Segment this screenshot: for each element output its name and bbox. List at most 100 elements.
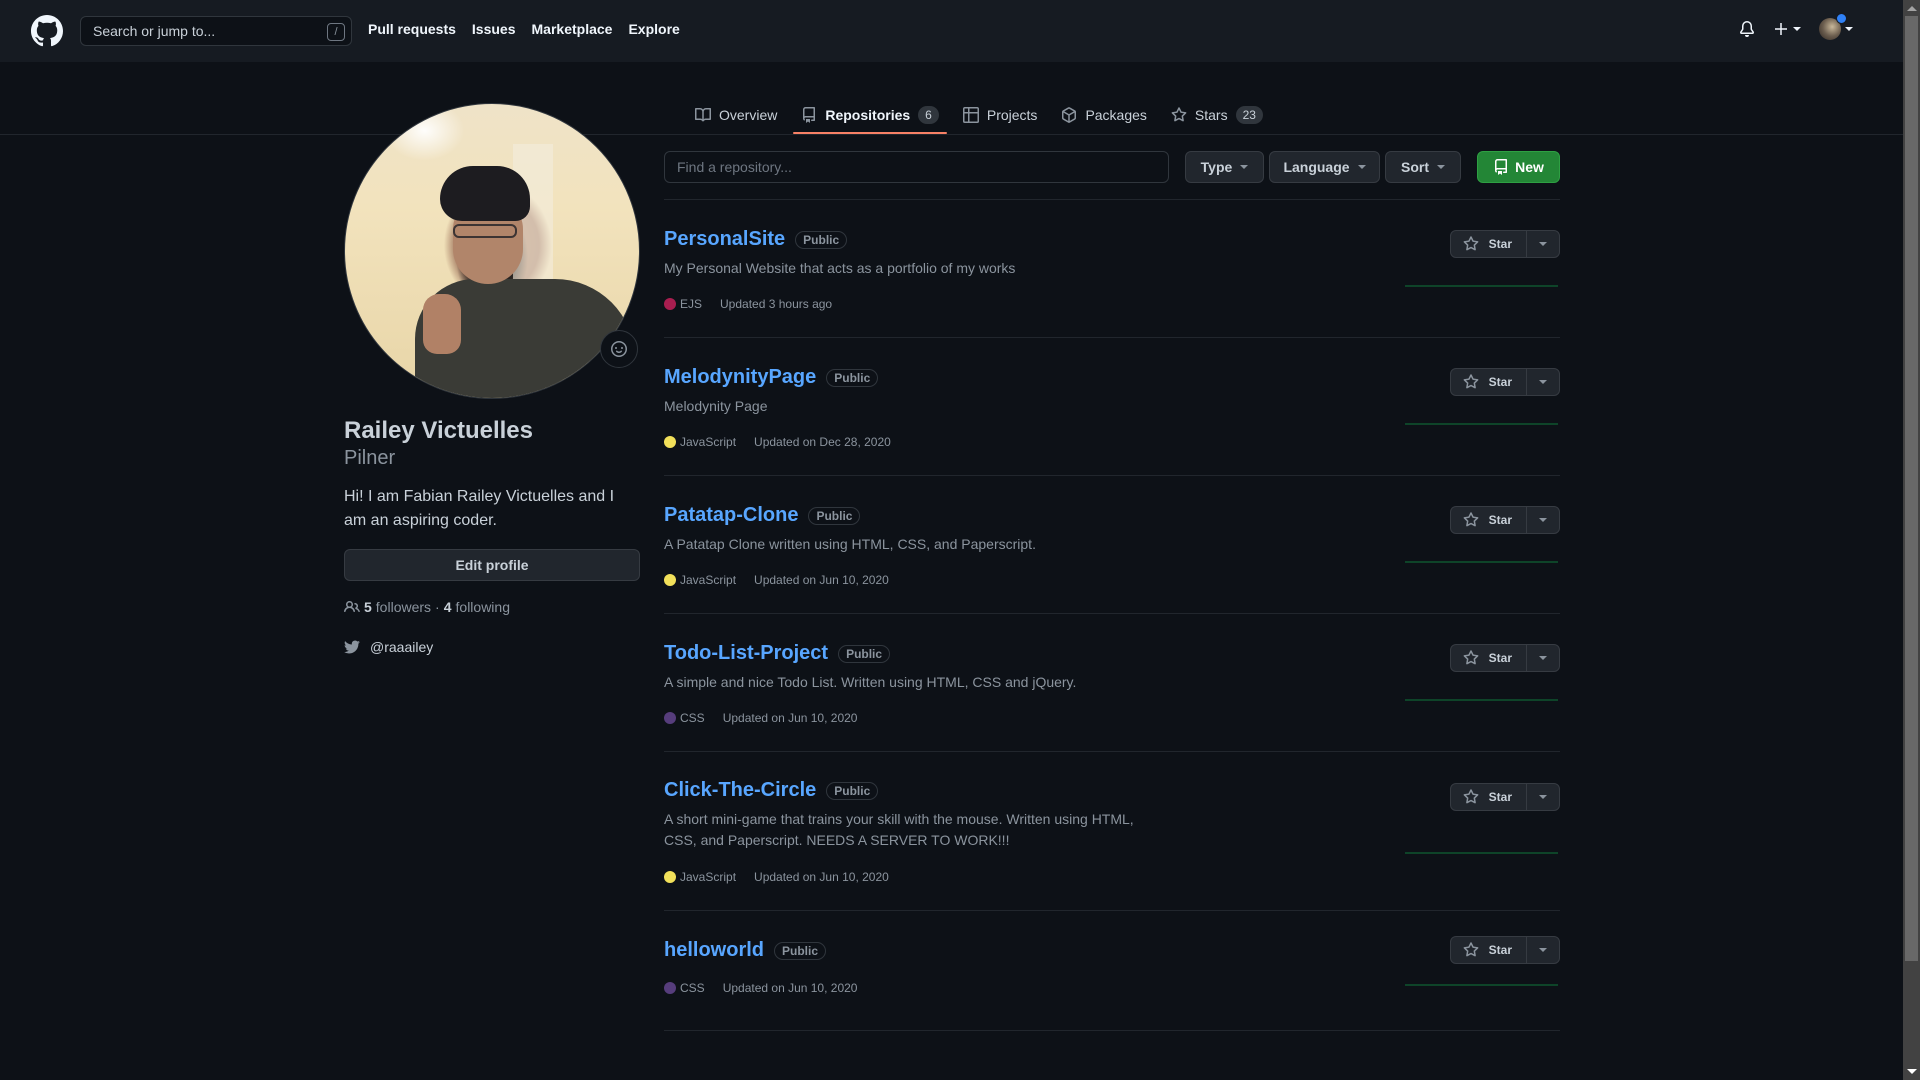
tab-stars[interactable]: Stars 23 xyxy=(1163,96,1271,134)
language-color-dot xyxy=(664,436,676,448)
repo-name-link[interactable]: MelodynityPage xyxy=(664,366,816,389)
chevron-down-icon xyxy=(1845,27,1853,31)
followers-link[interactable]: 5 followers xyxy=(364,599,431,615)
chevron-down-icon xyxy=(1539,795,1547,799)
following-link[interactable]: 4 following xyxy=(444,599,510,615)
set-status-button[interactable] xyxy=(600,330,638,368)
scroll-thumb[interactable] xyxy=(1905,16,1918,961)
star-label: Star xyxy=(1488,375,1512,389)
tab-label: Packages xyxy=(1085,107,1147,123)
repo-item: Click-The-Circle Public A short mini-gam… xyxy=(664,752,1560,911)
chevron-down-icon xyxy=(1539,380,1547,384)
type-filter-button[interactable]: Type xyxy=(1185,151,1264,183)
repo-updated: Updated on Jun 10, 2020 xyxy=(754,870,889,884)
star-button-group: Star xyxy=(1449,783,1560,811)
language-filter-button[interactable]: Language xyxy=(1269,151,1380,183)
repo-name-link[interactable]: Todo-List-Project xyxy=(664,642,828,665)
repo-language: JavaScript xyxy=(680,435,737,449)
scroll-down-arrow[interactable] xyxy=(1907,1069,1917,1074)
repo-language: CSS xyxy=(680,711,705,725)
header-actions xyxy=(1739,13,1853,40)
repo-language: EJS xyxy=(680,297,703,311)
chevron-down-icon xyxy=(1437,165,1445,169)
visibility-badge: Public xyxy=(826,368,879,387)
avatar-photo-detail xyxy=(423,294,461,354)
create-new-menu[interactable] xyxy=(1773,21,1801,37)
nav-issues[interactable]: Issues xyxy=(472,21,516,37)
repo-meta: JavaScript Updated on Dec 28, 2020 xyxy=(664,435,891,449)
star-label: Star xyxy=(1488,513,1512,527)
github-logo-icon[interactable] xyxy=(31,15,63,47)
plus-icon xyxy=(1775,23,1787,35)
profile-avatar[interactable] xyxy=(344,103,640,399)
search-shortcut-hint: / xyxy=(327,23,345,41)
star-button-group: Star xyxy=(1449,936,1560,964)
find-repository-input[interactable] xyxy=(664,151,1169,183)
user-menu[interactable] xyxy=(1819,13,1853,40)
repo-name-link[interactable]: Patatap-Clone xyxy=(664,504,798,527)
star-button-group: Star xyxy=(1449,506,1560,534)
nav-marketplace[interactable]: Marketplace xyxy=(532,21,613,37)
repo-item: helloworld Public CSS Updated on Jun 10,… xyxy=(664,911,1560,1031)
star-icon xyxy=(1463,789,1479,804)
star-list-dropdown[interactable] xyxy=(1527,645,1559,671)
activity-sparkline xyxy=(1405,285,1558,287)
star-label: Star xyxy=(1488,651,1512,665)
star-button[interactable]: Star xyxy=(1451,937,1527,963)
scroll-up-arrow[interactable] xyxy=(1907,6,1917,11)
nav-pull-requests[interactable]: Pull requests xyxy=(368,21,456,37)
following-label: following xyxy=(455,599,510,615)
avatar-photo-detail xyxy=(453,224,517,238)
star-button[interactable]: Star xyxy=(1451,369,1527,395)
global-search[interactable]: / xyxy=(80,16,352,46)
repo-language: CSS xyxy=(680,981,705,995)
edit-profile-button[interactable]: Edit profile xyxy=(344,549,640,581)
star-list-dropdown[interactable] xyxy=(1527,937,1559,963)
star-list-dropdown[interactable] xyxy=(1527,507,1559,533)
people-icon xyxy=(344,600,360,613)
nav-explore[interactable]: Explore xyxy=(628,21,679,37)
repo-name-link[interactable]: Click-The-Circle xyxy=(664,779,816,802)
repo-meta: JavaScript Updated on Jun 10, 2020 xyxy=(664,870,889,884)
repo-name-link[interactable]: helloworld xyxy=(664,939,764,962)
repositories-count: 6 xyxy=(918,106,939,124)
visibility-badge: Public xyxy=(808,506,861,525)
tab-projects[interactable]: Projects xyxy=(955,96,1046,134)
star-icon xyxy=(1463,942,1479,957)
tab-repositories[interactable]: Repositories 6 xyxy=(793,96,947,134)
new-label: New xyxy=(1515,159,1544,175)
star-button[interactable]: Star xyxy=(1451,507,1527,533)
repo-icon xyxy=(803,107,816,123)
repo-meta: JavaScript Updated on Jun 10, 2020 xyxy=(664,573,889,587)
star-icon xyxy=(1463,374,1479,389)
new-repository-button[interactable]: New xyxy=(1477,151,1560,183)
star-list-dropdown[interactable] xyxy=(1527,369,1559,395)
repo-updated: Updated on Dec 28, 2020 xyxy=(754,435,891,449)
language-filter-label: Language xyxy=(1283,159,1350,175)
star-list-dropdown[interactable] xyxy=(1527,231,1559,257)
activity-sparkline xyxy=(1405,984,1558,986)
profile-name: Railey Victuelles xyxy=(344,417,533,444)
tabs-divider xyxy=(0,134,1903,135)
sort-filter-button[interactable]: Sort xyxy=(1385,151,1461,183)
star-button[interactable]: Star xyxy=(1451,231,1527,257)
tab-overview[interactable]: Overview xyxy=(687,96,785,134)
bell-icon[interactable] xyxy=(1739,21,1755,37)
global-header: / Pull requests Issues Marketplace Explo… xyxy=(0,0,1903,62)
chevron-down-icon xyxy=(1240,165,1249,169)
repo-item: Todo-List-Project Public A simple and ni… xyxy=(664,614,1560,752)
star-list-dropdown[interactable] xyxy=(1527,784,1559,810)
page-scrollbar[interactable] xyxy=(1903,0,1920,1080)
visibility-badge: Public xyxy=(795,230,848,249)
star-button[interactable]: Star xyxy=(1451,784,1527,810)
repo-item: Patatap-Clone Public A Patatap Clone wri… xyxy=(664,476,1560,614)
package-icon xyxy=(1062,107,1077,123)
repo-updated: Updated 3 hours ago xyxy=(720,297,833,311)
twitter-icon xyxy=(344,640,360,654)
tab-packages[interactable]: Packages xyxy=(1053,96,1154,134)
repo-name-link[interactable]: PersonalSite xyxy=(664,228,785,251)
repo-updated: Updated on Jun 10, 2020 xyxy=(722,711,858,725)
star-button[interactable]: Star xyxy=(1451,645,1527,671)
twitter-link[interactable]: @raaailey xyxy=(344,639,433,655)
global-search-input[interactable] xyxy=(93,23,339,39)
